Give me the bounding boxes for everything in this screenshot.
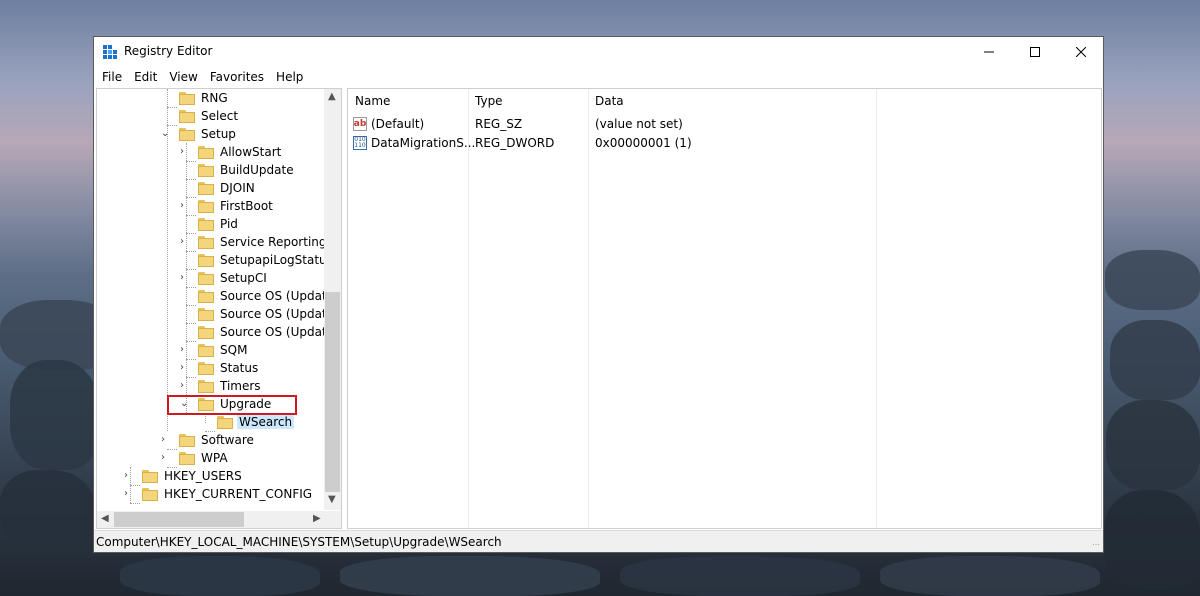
registry-editor-icon bbox=[103, 45, 117, 59]
folder-icon bbox=[198, 235, 214, 249]
tree-item-service-reporting[interactable]: Service Reporting AP bbox=[186, 233, 341, 252]
chevron-right-icon[interactable]: › bbox=[180, 344, 184, 355]
upgrade-highlight-box bbox=[167, 395, 297, 415]
folder-icon bbox=[179, 433, 195, 447]
tree-item-timers[interactable]: Timers bbox=[186, 377, 263, 396]
scroll-up-icon[interactable]: ▲ bbox=[328, 91, 336, 102]
tree-item-software[interactable]: Software bbox=[167, 431, 256, 450]
chevron-right-icon[interactable]: › bbox=[180, 146, 184, 157]
tree-vertical-scroll-thumb[interactable] bbox=[325, 292, 340, 492]
minimize-icon bbox=[984, 51, 994, 53]
status-bar: Computer\HKEY_LOCAL_MACHINE\SYSTEM\Setup… bbox=[94, 530, 1103, 552]
folder-icon bbox=[179, 127, 195, 141]
tree-item-source-os-2[interactable]: Source OS (Updated bbox=[186, 305, 341, 324]
chevron-right-icon[interactable]: › bbox=[180, 380, 184, 391]
folder-icon bbox=[198, 325, 214, 339]
values-list[interactable]: Name Type Data ab (Default) REG_SZ (valu… bbox=[347, 88, 1102, 529]
chevron-right-icon[interactable]: › bbox=[124, 488, 128, 499]
tree-horizontal-scrollbar[interactable]: ◀ ▶ bbox=[97, 511, 341, 528]
tree-item-setup[interactable]: Setup bbox=[179, 125, 238, 143]
folder-icon bbox=[142, 469, 158, 483]
window-title: Registry Editor bbox=[124, 44, 213, 58]
tree-vertical-scrollbar[interactable]: ▲ ▼ bbox=[324, 89, 341, 510]
close-icon bbox=[1076, 47, 1086, 57]
tree-item-hkey-users[interactable]: HKEY_USERS bbox=[130, 467, 244, 486]
tree-item-select[interactable]: Select bbox=[167, 107, 240, 126]
tree-item-djoin[interactable]: DJOIN bbox=[186, 179, 257, 198]
folder-icon bbox=[217, 415, 233, 429]
tree-item-sqm[interactable]: SQM bbox=[186, 341, 249, 360]
chevron-right-icon[interactable]: › bbox=[180, 236, 184, 247]
maximize-button[interactable] bbox=[1012, 37, 1058, 67]
maximize-icon bbox=[1030, 47, 1040, 57]
column-header-data[interactable]: Data bbox=[588, 89, 876, 113]
folder-icon bbox=[142, 487, 158, 501]
column-header-type[interactable]: Type bbox=[468, 89, 588, 113]
folder-icon bbox=[198, 271, 214, 285]
folder-icon bbox=[198, 145, 214, 159]
tree-item-source-os-3[interactable]: Source OS (Updated bbox=[186, 323, 341, 342]
folder-icon bbox=[198, 253, 214, 267]
folder-icon bbox=[198, 343, 214, 357]
value-name: (Default) bbox=[371, 116, 425, 131]
menu-help[interactable]: Help bbox=[270, 70, 309, 84]
folder-icon bbox=[198, 379, 214, 393]
registry-path: Computer\HKEY_LOCAL_MACHINE\SYSTEM\Setup… bbox=[96, 534, 502, 549]
registry-editor-window: Registry Editor File Edit View Favorites… bbox=[93, 36, 1104, 553]
tree-horizontal-scroll-thumb[interactable] bbox=[114, 512, 244, 527]
menu-favorites[interactable]: Favorites bbox=[204, 70, 270, 84]
chevron-right-icon[interactable]: › bbox=[180, 200, 184, 211]
resize-grip-icon[interactable]: ⋯ bbox=[1092, 540, 1100, 549]
menu-edit[interactable]: Edit bbox=[128, 70, 163, 84]
value-type: REG_SZ bbox=[475, 116, 523, 131]
tree-item-wpa[interactable]: WPA bbox=[167, 449, 230, 468]
folder-icon bbox=[198, 217, 214, 231]
tree-item-status[interactable]: Status bbox=[186, 359, 260, 378]
tree-item-setupapilogstatus[interactable]: SetupapiLogStatus bbox=[186, 251, 335, 270]
tree-item-wsearch[interactable]: WSearch bbox=[205, 413, 295, 432]
scroll-right-icon[interactable]: ▶ bbox=[313, 513, 321, 524]
tree-item-buildupdate[interactable]: BuildUpdate bbox=[186, 161, 296, 180]
chevron-right-icon[interactable]: › bbox=[161, 452, 165, 463]
tree-item-rng[interactable]: RNG bbox=[167, 89, 230, 108]
chevron-down-icon[interactable]: ⌄ bbox=[161, 128, 169, 139]
scroll-down-icon[interactable]: ▼ bbox=[328, 494, 336, 505]
folder-icon bbox=[198, 199, 214, 213]
chevron-right-icon[interactable]: › bbox=[161, 434, 165, 445]
folder-icon bbox=[198, 361, 214, 375]
tree-item-firstboot[interactable]: FirstBoot bbox=[186, 197, 275, 216]
minimize-button[interactable] bbox=[966, 37, 1012, 67]
binary-value-icon: 010 110 bbox=[353, 135, 367, 150]
folder-icon bbox=[198, 307, 214, 321]
folder-icon bbox=[198, 181, 214, 195]
close-button[interactable] bbox=[1058, 37, 1104, 67]
scroll-left-icon[interactable]: ◀ bbox=[101, 513, 109, 524]
value-type: REG_DWORD bbox=[475, 135, 555, 150]
menu-bar: File Edit View Favorites Help bbox=[94, 67, 1103, 87]
tree-item-hkey-current-config[interactable]: HKEY_CURRENT_CONFIG bbox=[130, 485, 314, 504]
registry-tree[interactable]: RNG Select ⌄ Setup › AllowStart BuildUpd… bbox=[96, 88, 342, 529]
menu-file[interactable]: File bbox=[96, 70, 128, 84]
folder-icon bbox=[198, 289, 214, 303]
chevron-right-icon[interactable]: › bbox=[180, 362, 184, 373]
chevron-right-icon[interactable]: › bbox=[124, 470, 128, 481]
title-bar[interactable]: Registry Editor bbox=[94, 37, 1103, 67]
value-data: 0x00000001 (1) bbox=[595, 135, 692, 150]
value-data: (value not set) bbox=[595, 116, 683, 131]
folder-icon bbox=[198, 163, 214, 177]
string-value-icon: ab bbox=[353, 116, 367, 131]
column-header-name[interactable]: Name bbox=[348, 89, 468, 113]
chevron-right-icon[interactable]: › bbox=[180, 272, 184, 283]
tree-item-pid[interactable]: Pid bbox=[186, 215, 240, 234]
folder-icon bbox=[179, 91, 195, 105]
tree-item-setupci[interactable]: SetupCI bbox=[186, 269, 269, 288]
folder-icon bbox=[179, 451, 195, 465]
menu-view[interactable]: View bbox=[163, 70, 203, 84]
value-name: DataMigrationS... bbox=[371, 135, 476, 150]
tree-item-allowstart[interactable]: AllowStart bbox=[186, 143, 283, 162]
folder-icon bbox=[179, 109, 195, 123]
tree-item-source-os-1[interactable]: Source OS (Updated bbox=[186, 287, 341, 306]
